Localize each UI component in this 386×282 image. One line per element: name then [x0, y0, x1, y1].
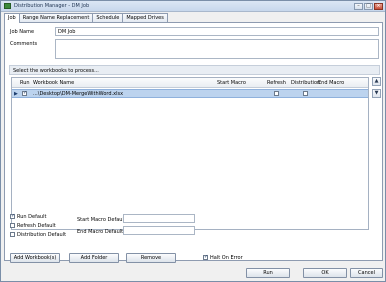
add-workbooks-button[interactable]: Add Workbook(s) — [10, 253, 60, 263]
run-default-checkbox[interactable] — [10, 214, 15, 219]
end-macro-default-input[interactable] — [123, 226, 195, 235]
grid-header: Run Workbook Name Start Macro Refresh Di… — [12, 78, 368, 88]
column-start-macro[interactable]: Start Macro — [217, 80, 246, 86]
distribution-default-option[interactable]: Distribution Default — [10, 232, 66, 238]
distribution-manager-window: Distribution Manager - DM Job – □ × Job … — [0, 0, 386, 282]
column-distribution[interactable]: Distribution — [291, 80, 320, 86]
halt-on-error-checkbox[interactable] — [203, 255, 208, 260]
tab-mapped-drives[interactable]: Mapped Drives — [122, 13, 168, 22]
column-refresh[interactable]: Refresh — [267, 80, 286, 86]
arrow-up-icon: ▲ — [374, 78, 379, 84]
minimize-icon[interactable]: – — [354, 3, 363, 10]
refresh-default-option[interactable]: Refresh Default — [10, 223, 56, 229]
tab-range-name-replacement[interactable]: Range Name Replacement — [18, 13, 94, 22]
workbooks-section-title: Select the workbooks to process... — [9, 65, 380, 75]
row-selector-icon: ▶ — [14, 91, 18, 97]
halt-on-error-label: Halt On Error — [210, 255, 243, 261]
distribution-default-label: Distribution Default — [17, 232, 67, 238]
halt-on-error-option[interactable]: Halt On Error — [203, 255, 243, 261]
table-row[interactable]: ▶ ...\Desktop\DM-MergeWithWord.xlsx — [12, 89, 368, 98]
comments-label: Comments — [10, 41, 38, 47]
row-refresh-checkbox[interactable] — [274, 91, 279, 96]
tab-strip: Job Range Name Replacement Schedule Mapp… — [4, 13, 168, 23]
arrow-down-icon: ▼ — [374, 90, 379, 96]
tab-schedule[interactable]: Schedule — [92, 13, 124, 22]
row-distribution-checkbox[interactable] — [303, 91, 308, 96]
ok-button[interactable]: OK — [303, 268, 347, 278]
column-run[interactable]: Run — [20, 80, 30, 86]
job-tab-panel: Job Name DM Job Comments Select the work… — [4, 22, 383, 263]
close-icon[interactable]: × — [374, 3, 383, 10]
remove-button[interactable]: Remove — [126, 253, 176, 263]
column-workbook-name[interactable]: Workbook Name — [33, 80, 74, 86]
move-down-button[interactable]: ▼ — [372, 89, 381, 98]
tab-job[interactable]: Job — [4, 13, 20, 23]
app-icon — [4, 3, 11, 9]
row-workbook-name: ...\Desktop\DM-MergeWithWord.xlsx — [33, 91, 124, 97]
job-name-label: Job Name — [10, 29, 35, 35]
workbooks-grid[interactable]: Run Workbook Name Start Macro Refresh Di… — [11, 77, 369, 230]
move-up-button[interactable]: ▲ — [372, 77, 381, 86]
run-default-label: Run Default — [17, 214, 47, 220]
column-end-macro[interactable]: End Macro — [318, 80, 344, 86]
add-folder-button[interactable]: Add Folder — [69, 253, 119, 263]
run-default-option[interactable]: Run Default — [10, 214, 46, 220]
run-button[interactable]: Run — [246, 268, 290, 278]
maximize-icon[interactable]: □ — [364, 3, 373, 10]
distribution-default-checkbox[interactable] — [10, 232, 15, 237]
row-run-checkbox[interactable] — [22, 91, 27, 96]
cancel-button[interactable]: Cancel — [350, 268, 383, 278]
refresh-default-checkbox[interactable] — [10, 223, 15, 228]
start-macro-default-input[interactable] — [123, 214, 195, 223]
job-name-input[interactable]: DM Job — [55, 27, 379, 36]
refresh-default-label: Refresh Default — [17, 223, 56, 229]
title-bar[interactable]: Distribution Manager - DM Job – □ × — [1, 1, 385, 12]
window-title: Distribution Manager - DM Job — [14, 3, 90, 9]
end-macro-default-label: End Macro Default — [77, 229, 124, 235]
start-macro-default-label: Start Macro Default — [77, 217, 126, 223]
comments-input[interactable] — [55, 39, 379, 59]
